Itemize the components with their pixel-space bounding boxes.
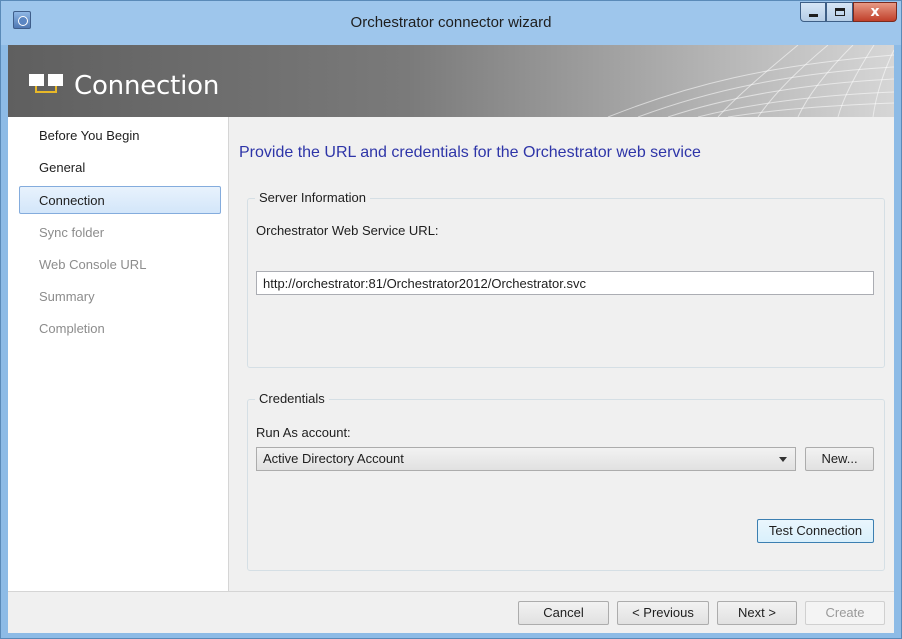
- wizard-window: Orchestrator connector wizard x Connecti…: [0, 0, 902, 639]
- server-information-legend: Server Information: [255, 190, 370, 206]
- nav-item-connection[interactable]: Connection: [19, 186, 221, 214]
- run-as-account-value: Active Directory Account: [263, 451, 404, 466]
- nav-item-before-you-begin[interactable]: Before You Begin: [19, 121, 221, 149]
- wizard-steps-nav: Before You Begin General Connection Sync…: [8, 117, 229, 591]
- wizard-footer: Cancel < Previous Next > Create: [8, 591, 894, 633]
- header-decoration: [607, 45, 894, 117]
- nav-item-summary: Summary: [39, 289, 95, 304]
- window-title: Orchestrator connector wizard: [350, 14, 552, 31]
- test-connection-button[interactable]: Test Connection: [757, 519, 874, 543]
- maximize-button[interactable]: [826, 2, 853, 22]
- minimize-icon: [809, 14, 818, 17]
- previous-button[interactable]: < Previous: [617, 601, 709, 625]
- nav-item-general[interactable]: General: [19, 153, 221, 181]
- nav-item-sync-folder: Sync folder: [39, 225, 105, 240]
- chevron-down-icon: [779, 457, 787, 462]
- title-bar[interactable]: Orchestrator connector wizard x: [1, 1, 901, 45]
- maximize-icon: [835, 8, 845, 16]
- page-title: Connection: [74, 71, 220, 101]
- credentials-group: Credentials Run As account: Active Direc…: [247, 391, 885, 571]
- cancel-button[interactable]: Cancel: [518, 601, 609, 625]
- wizard-header: Connection: [8, 45, 894, 117]
- next-button[interactable]: Next >: [717, 601, 797, 625]
- wizard-main-pane: Provide the URL and credentials for the …: [230, 117, 894, 591]
- web-service-url-label: Orchestrator Web Service URL:: [256, 223, 439, 238]
- credentials-legend: Credentials: [255, 391, 329, 407]
- nav-item-completion: Completion: [39, 321, 105, 336]
- minimize-button[interactable]: [800, 2, 826, 22]
- create-button: Create: [805, 601, 885, 625]
- nav-item-web-console-url: Web Console URL: [39, 257, 147, 272]
- new-account-button[interactable]: New...: [805, 447, 874, 471]
- web-service-url-input[interactable]: [256, 271, 874, 295]
- wizard-client: Connection Before You Begin General Conn…: [8, 45, 894, 633]
- close-button[interactable]: x: [853, 2, 897, 22]
- wizard-panes-icon: [29, 74, 63, 93]
- close-icon: x: [870, 4, 880, 20]
- server-information-group: Server Information Orchestrator Web Serv…: [247, 190, 885, 368]
- page-heading: Provide the URL and credentials for the …: [239, 144, 701, 161]
- run-as-account-select[interactable]: Active Directory Account: [256, 447, 796, 471]
- run-as-account-label: Run As account:: [256, 425, 351, 440]
